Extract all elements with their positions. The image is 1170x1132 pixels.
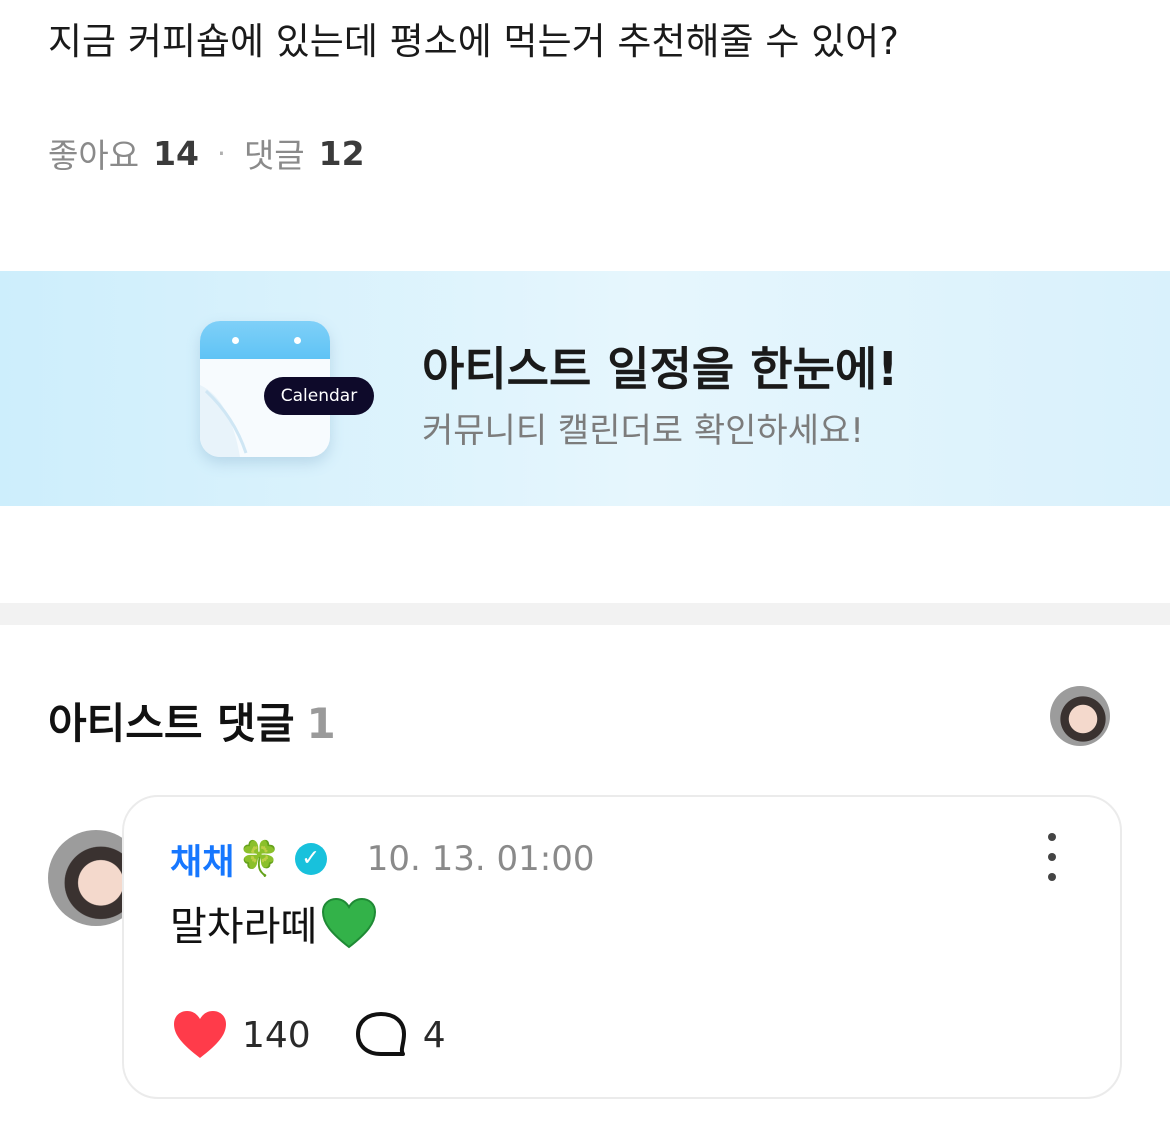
calendar-icon: Calendar: [200, 321, 374, 459]
green-heart-icon: [322, 897, 377, 949]
comment-like-count: 140: [242, 1014, 311, 1056]
likes-count[interactable]: 14: [153, 134, 199, 173]
more-options-icon[interactable]: [1040, 833, 1064, 881]
heart-like-icon[interactable]: [172, 1010, 228, 1060]
artist-comments-count: 1: [306, 699, 336, 748]
reply-bubble-icon[interactable]: [353, 1010, 409, 1060]
comment-reply-count: 4: [422, 1014, 446, 1056]
artist-avatar[interactable]: [1050, 686, 1110, 746]
comment-body: 말차라떼: [170, 893, 377, 953]
post-text: 지금 커피숍에 있는데 평소에 먹는거 추천해줄 수 있어?: [48, 20, 899, 63]
comments-count[interactable]: 12: [319, 134, 365, 173]
comment-timestamp: 10. 13. 01:00: [366, 839, 595, 879]
post-stats: 좋아요 14 · 댓글 12: [48, 128, 365, 178]
artist-comments-header: 아티스트 댓글 1: [48, 690, 336, 751]
comment-text: 말차라떼: [170, 904, 318, 950]
likes-label[interactable]: 좋아요: [48, 129, 139, 177]
comment-author-row: 채채 🍀 ✓ 10. 13. 01:00: [170, 835, 595, 883]
artist-comments-title: 아티스트 댓글: [48, 699, 295, 748]
stats-separator: ·: [217, 136, 226, 170]
comment-author-name[interactable]: 채채: [170, 834, 234, 885]
calendar-badge: Calendar: [264, 377, 374, 415]
section-divider: [0, 603, 1170, 625]
calendar-banner[interactable]: Calendar 아티스트 일정을 한눈에! 커뮤니티 캘린더로 확인하세요!: [0, 271, 1170, 506]
banner-title: 아티스트 일정을 한눈에!: [422, 342, 899, 396]
comment-actions: 140 4: [172, 1007, 446, 1063]
verified-badge-icon: ✓: [294, 843, 327, 875]
comments-label[interactable]: 댓글: [244, 129, 305, 177]
clover-icon: 🍀: [238, 839, 281, 879]
artist-comment-card: 채채 🍀 ✓ 10. 13. 01:00 말차라떼 140 4: [122, 795, 1122, 1099]
banner-subtitle: 커뮤니티 캘린더로 확인하세요!: [422, 411, 864, 451]
